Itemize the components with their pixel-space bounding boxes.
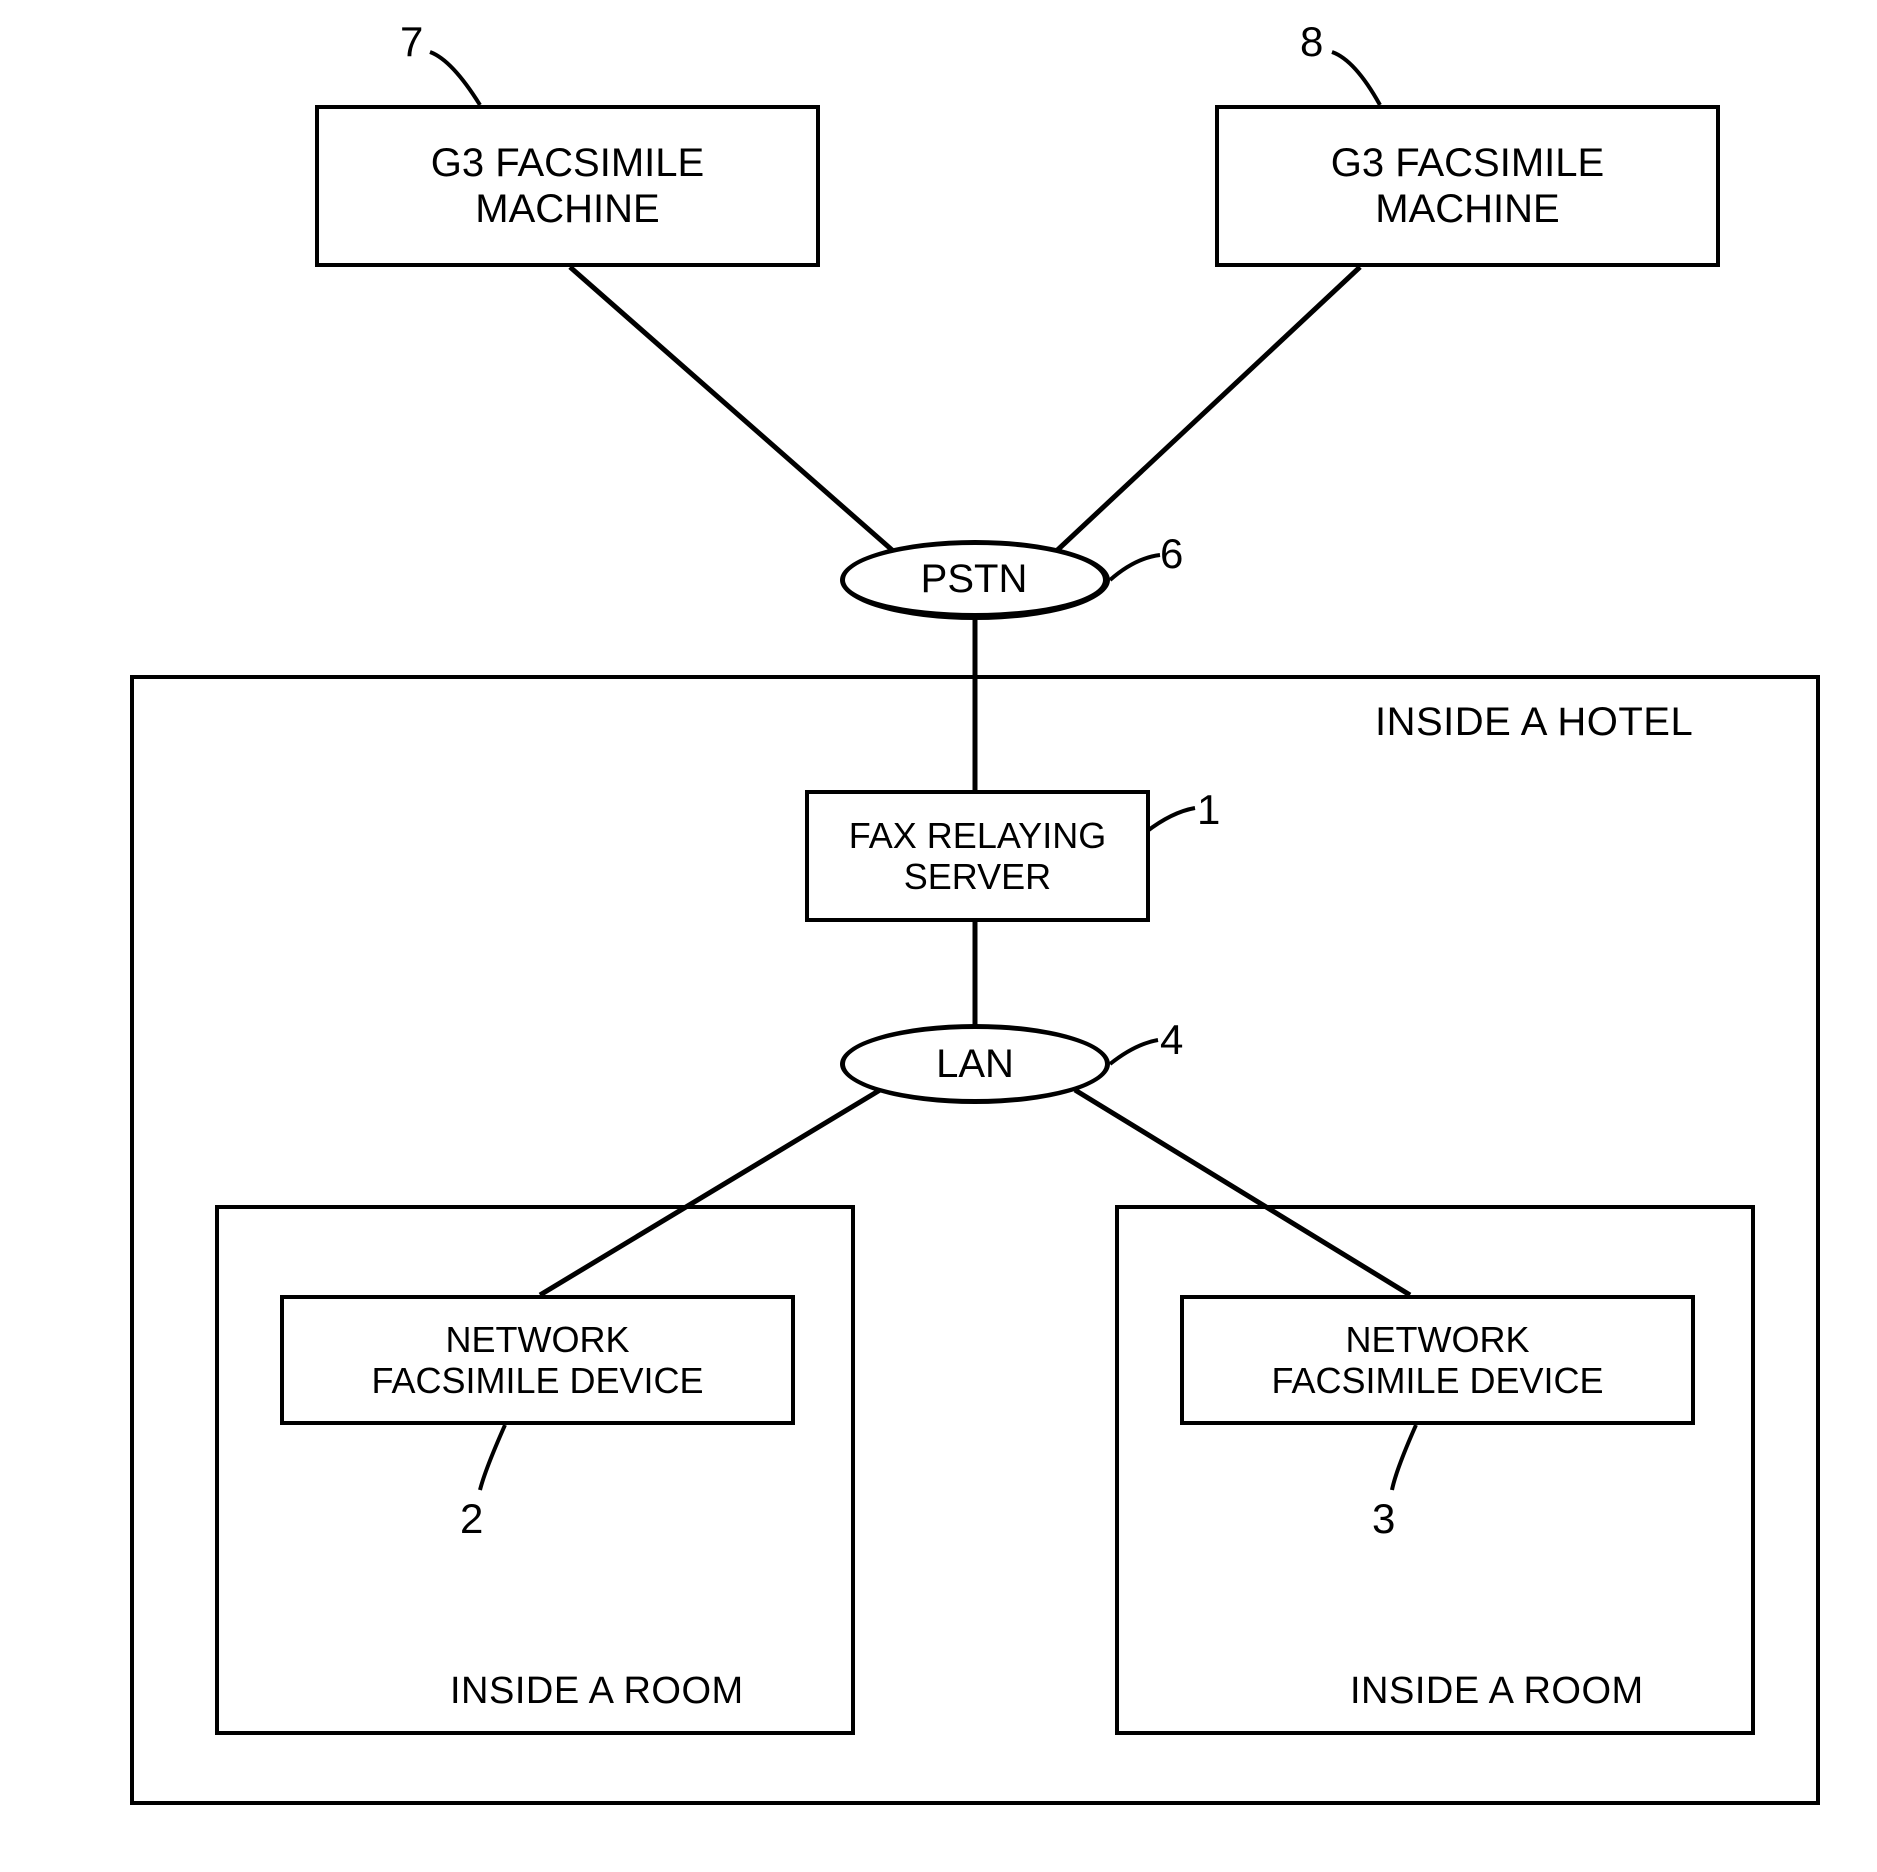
fax-relay-server: FAX RELAYING SERVER [805, 790, 1150, 922]
room-right-frame [1115, 1205, 1755, 1735]
g3-fax-8: G3 FACSIMILE MACHINE [1215, 105, 1720, 267]
lan-cloud: LAN [840, 1024, 1110, 1104]
fax-relay-label: FAX RELAYING SERVER [849, 815, 1106, 898]
network-fax-3-label: NETWORK FACSIMILE DEVICE [1271, 1319, 1603, 1402]
network-diagram: G3 FACSIMILE MACHINE 7 G3 FACSIMILE MACH… [0, 0, 1877, 1872]
room-right-label: INSIDE A ROOM [1350, 1670, 1644, 1713]
pstn-label: PSTN [921, 557, 1028, 602]
g3-fax-8-label: G3 FACSIMILE MACHINE [1331, 140, 1604, 232]
network-fax-3: NETWORK FACSIMILE DEVICE [1180, 1295, 1695, 1425]
ref-6: 6 [1160, 530, 1183, 578]
g3-fax-7: G3 FACSIMILE MACHINE [315, 105, 820, 267]
hotel-label: INSIDE A HOTEL [1375, 700, 1693, 745]
pstn-cloud: PSTN [840, 540, 1110, 620]
ref-4: 4 [1160, 1016, 1183, 1064]
ref-1: 1 [1197, 786, 1220, 834]
room-left-label: INSIDE A ROOM [450, 1670, 744, 1713]
room-left-frame [215, 1205, 855, 1735]
ref-8: 8 [1300, 18, 1323, 66]
ref-7: 7 [400, 18, 423, 66]
ref-3: 3 [1372, 1495, 1395, 1543]
network-fax-2-label: NETWORK FACSIMILE DEVICE [371, 1319, 703, 1402]
network-fax-2: NETWORK FACSIMILE DEVICE [280, 1295, 795, 1425]
lan-label: LAN [936, 1042, 1014, 1087]
g3-fax-7-label: G3 FACSIMILE MACHINE [431, 140, 704, 232]
ref-2: 2 [460, 1495, 483, 1543]
